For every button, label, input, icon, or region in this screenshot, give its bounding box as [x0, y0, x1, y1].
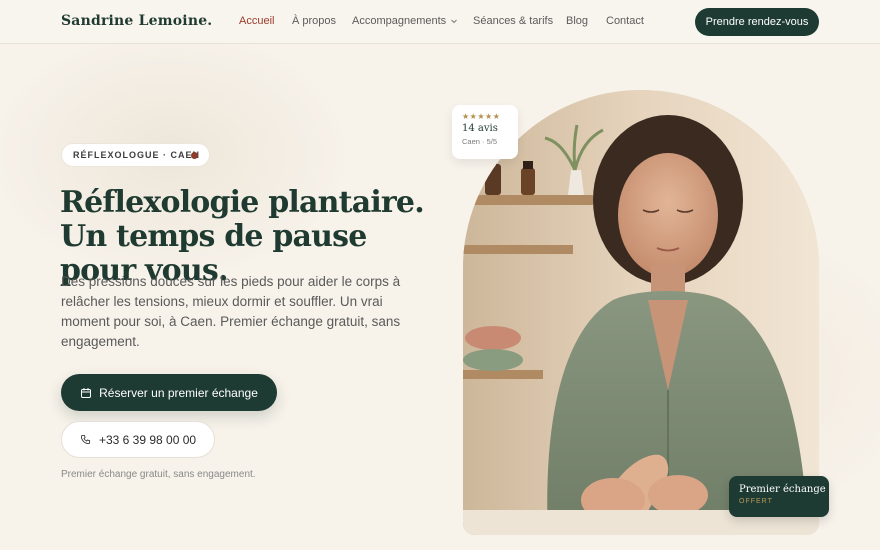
nav-item-accueil[interactable]: Accueil	[239, 15, 274, 27]
hero-description: Des pressions douces sur les pieds pour …	[61, 274, 401, 349]
badge-dot	[191, 152, 198, 159]
profession-badge: RÉFLEXOLOGUE · CAEN	[61, 143, 210, 167]
site-header: Sandrine Lemoine. Accueil À propos Accom…	[0, 0, 880, 44]
therapist-illustration	[463, 90, 819, 535]
rating-stars-icon: ★★★★★	[462, 112, 501, 121]
book-first-exchange-label: Réserver un premier échange	[99, 385, 258, 400]
hero-note: Premier échange gratuit, sans engagement…	[61, 469, 256, 480]
nav-item-blog[interactable]: Blog	[566, 15, 588, 27]
reviews-card: ★★★★★ 14 avis Caen · 5/5	[452, 105, 518, 159]
nav-item-a-propos[interactable]: À propos	[292, 15, 336, 27]
book-first-exchange-button[interactable]: Réserver un premier échange	[61, 374, 277, 411]
nav-item-seances-tarifs[interactable]: Séances & tarifs	[473, 15, 553, 27]
book-appointment-button[interactable]: Prendre rendez-vous	[695, 8, 819, 36]
offer-card: Premier échange OFFERT	[729, 476, 829, 517]
hero-photo	[463, 90, 819, 535]
profession-badge-label: RÉFLEXOLOGUE · CAEN	[73, 150, 201, 160]
offer-subtitle: OFFERT	[739, 498, 773, 505]
phone-number-label: +33 6 39 98 00 00	[98, 432, 197, 447]
chevron-down-icon	[451, 19, 458, 24]
nav-item-accompagnements-label: Accompagnements	[352, 15, 447, 27]
phone-icon	[80, 434, 90, 445]
calendar-icon	[81, 387, 92, 398]
nav-item-contact[interactable]: Contact	[606, 15, 644, 27]
reviews-location-rating: Caen · 5/5	[462, 137, 498, 146]
phone-button[interactable]: +33 6 39 98 00 00	[61, 421, 215, 458]
reviews-count: 14 avis	[462, 123, 498, 134]
offer-title: Premier échange	[739, 484, 826, 495]
nav-item-accompagnements[interactable]: Accompagnements	[352, 15, 458, 27]
